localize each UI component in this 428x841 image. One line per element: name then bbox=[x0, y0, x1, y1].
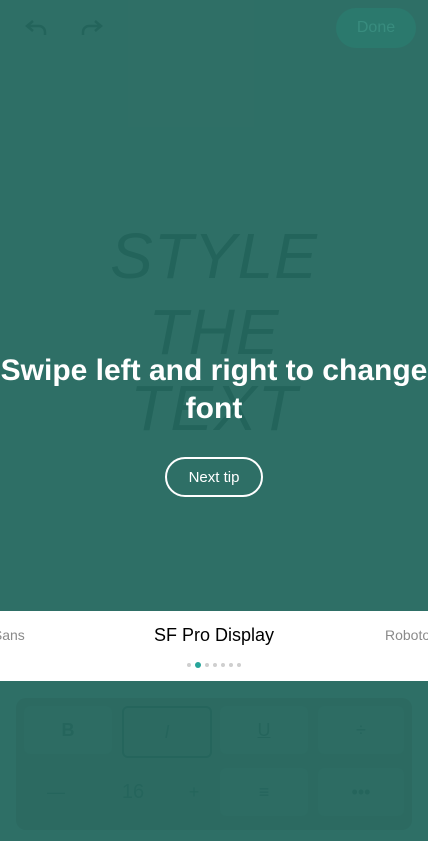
carousel-dot-active bbox=[195, 662, 201, 668]
carousel-dot bbox=[221, 663, 225, 667]
carousel-page-dots bbox=[0, 662, 428, 668]
carousel-dot bbox=[213, 663, 217, 667]
onboarding-tip-text: Swipe left and right to change font bbox=[0, 354, 428, 425]
carousel-dot bbox=[187, 663, 191, 667]
font-carousel[interactable]: c Sans SF Pro Display Roboto bbox=[0, 611, 428, 681]
tip-overlay-bottom bbox=[0, 681, 428, 841]
carousel-dot bbox=[205, 663, 209, 667]
font-option-next[interactable]: Roboto bbox=[385, 627, 428, 643]
tip-overlay bbox=[0, 0, 428, 611]
carousel-dot bbox=[237, 663, 241, 667]
carousel-dot bbox=[229, 663, 233, 667]
next-tip-button[interactable]: Next tip bbox=[165, 457, 263, 497]
font-option-selected[interactable]: SF Pro Display bbox=[0, 625, 428, 646]
